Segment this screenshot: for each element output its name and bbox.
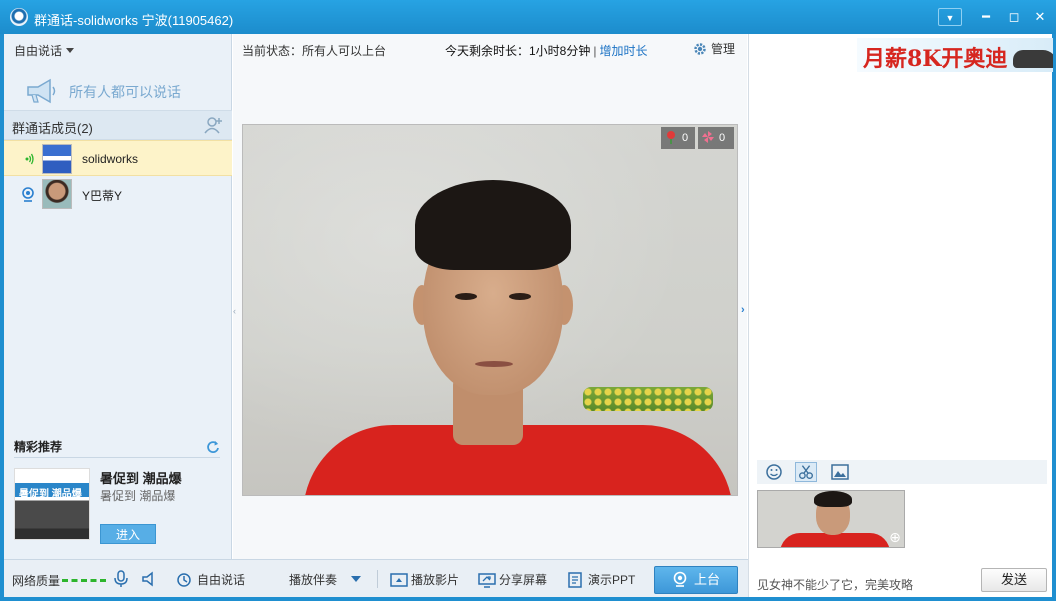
- center-panel: 当前状态：所有人可以上台 今天剩余时长：1小时8分钟 | 增加时长 管理 ‹ 0…: [233, 34, 747, 559]
- share-screen-label: 分享屏幕: [499, 573, 548, 587]
- toolbar-divider: [377, 570, 378, 588]
- preview-hair: [814, 491, 852, 507]
- chevron-down-icon[interactable]: [351, 576, 362, 582]
- megaphone-icon: [27, 78, 56, 104]
- enter-button[interactable]: 进入: [100, 524, 156, 544]
- members-count-label: 群通话成员(2): [12, 121, 93, 136]
- chat-toolbar: [757, 460, 1047, 484]
- camera-icon: [673, 571, 687, 587]
- promo-image[interactable]: 暑促到 潮品爆: [14, 468, 90, 540]
- promo-title[interactable]: 暑促到 潮品爆: [100, 468, 182, 487]
- pinwheel-gift-counter[interactable]: 0: [698, 127, 734, 149]
- free-speak-button[interactable]: 自由说话: [176, 571, 245, 588]
- video-person-eye: [509, 293, 531, 300]
- video-person-hair: [415, 180, 571, 270]
- speaker-icon[interactable]: [140, 570, 158, 588]
- free-speak-label: 自由说话: [197, 573, 246, 587]
- speech-mode-icon: [177, 573, 191, 587]
- close-button[interactable]: ✕: [1028, 8, 1052, 26]
- status-bar: 当前状态：所有人可以上台 今天剩余时长：1小时8分钟 | 增加时长 管理: [233, 34, 747, 62]
- chevron-down-icon: [66, 48, 75, 53]
- gear-icon: [694, 43, 706, 55]
- chat-input[interactable]: 见女神不能少了它，完美攻略: [757, 576, 913, 593]
- everyone-speak-label: 所有人都可以说话: [69, 84, 181, 100]
- main-video[interactable]: 0 0: [242, 124, 738, 496]
- member-item-y[interactable]: Y巴蒂Y: [4, 176, 232, 212]
- members-header: 群通话成员(2): [4, 110, 232, 140]
- accompaniment-label: 播放伴奏: [289, 573, 338, 587]
- remaining-time-text: 今天剩余时长：1小时8分钟: [445, 44, 591, 58]
- current-state-text: 当前状态：所有人可以上台: [242, 44, 387, 58]
- remaining-time: 今天剩余时长：1小时8分钟 | 增加时长: [445, 42, 648, 59]
- title-bar: 群通话-solidworks 宁波(11905462) ▼ ━ ◻ ✕: [0, 0, 1056, 34]
- video-person-eye: [455, 293, 477, 300]
- collapse-left-icon[interactable]: ‹: [233, 306, 239, 318]
- maximize-button[interactable]: ◻: [1002, 8, 1026, 26]
- ad-text: 月薪8K开奥迪: [863, 46, 1008, 72]
- member-name: solidworks: [82, 152, 139, 166]
- avatar: [42, 144, 72, 174]
- preview-shirt: [780, 533, 890, 547]
- flower-count: 0: [682, 132, 689, 144]
- avatar: [42, 179, 72, 209]
- speaking-icon: [25, 153, 34, 165]
- pinwheel-icon: [702, 131, 714, 143]
- speak-mode-label: 自由说话: [14, 44, 63, 58]
- window-title: 群通话-solidworks 宁波(11905462): [34, 13, 234, 28]
- ppt-button[interactable]: 演示PPT: [567, 571, 635, 588]
- emoji-icon[interactable]: [763, 462, 785, 482]
- share-screen-button[interactable]: 分享屏幕: [478, 571, 547, 588]
- share-screen-icon: [478, 573, 496, 588]
- go-stage-label: 上台: [693, 572, 720, 587]
- camera-icon: [22, 187, 34, 202]
- manage-label: 管理: [711, 42, 736, 56]
- add-time-link[interactable]: 增加时长: [599, 44, 647, 58]
- minimize-button[interactable]: ━: [974, 8, 998, 26]
- left-panel: 自由说话 所有人都可以说话 群通话成员(2) solidworks Y巴蒂Y 精…: [4, 34, 232, 559]
- add-member-icon[interactable]: [204, 116, 224, 134]
- ppt-label: 演示PPT: [588, 573, 636, 587]
- play-movie-label: 播放影片: [411, 573, 460, 587]
- video-person-mouth: [475, 361, 513, 367]
- network-quality-label: 网络质量: [12, 574, 61, 588]
- refresh-icon[interactable]: [206, 440, 220, 454]
- self-video-preview[interactable]: ⊕: [757, 490, 905, 548]
- member-item-solidworks[interactable]: solidworks: [4, 140, 232, 176]
- plus-icon[interactable]: ⊕: [888, 530, 902, 545]
- image-icon[interactable]: [829, 462, 851, 482]
- member-name: Y巴蒂Y: [82, 189, 123, 203]
- play-movie-button[interactable]: 播放影片: [390, 571, 459, 588]
- skin-menu-button[interactable]: ▼: [938, 8, 962, 26]
- separator: |: [593, 44, 597, 58]
- car-image: [1013, 50, 1053, 68]
- movie-icon: [390, 573, 408, 587]
- call-window: 自由说话 所有人都可以说话 群通话成员(2) solidworks Y巴蒂Y 精…: [4, 34, 1053, 597]
- microphone-icon[interactable]: [112, 570, 130, 588]
- promo-image-text: 暑促到 潮品爆: [19, 489, 82, 500]
- network-quality-indicator: [62, 579, 106, 582]
- video-plant: [583, 387, 713, 411]
- manage-button[interactable]: 管理: [693, 40, 735, 57]
- bottom-toolbar: 网络质量 自由说话 播放伴奏 播放影片 分享屏幕 演示PPT 上台: [4, 559, 748, 597]
- flower-icon: [667, 131, 675, 144]
- pinwheel-count: 0: [719, 132, 726, 144]
- app-logo-icon: [10, 8, 28, 26]
- go-stage-button[interactable]: 上台: [654, 566, 738, 594]
- send-button[interactable]: 发送: [981, 568, 1047, 592]
- collapse-right-icon[interactable]: ›: [741, 304, 747, 318]
- recommend-header: 精彩推荐: [14, 438, 220, 458]
- recommend-section: 精彩推荐 暑促到 潮品爆 暑促到 潮品爆 暑促到 潮品爆 进入: [4, 432, 232, 559]
- promo-subtitle: 暑促到 潮品爆: [100, 489, 176, 503]
- flower-gift-counter[interactable]: 0: [661, 127, 695, 149]
- ad-banner[interactable]: 月薪8K开奥迪: [857, 38, 1053, 72]
- chat-panel: 月薪8K开奥迪 ⊕ 见女神不能少了它，完美攻略 发送: [748, 34, 1053, 597]
- ppt-icon: [568, 572, 582, 588]
- accompaniment-button[interactable]: 播放伴奏: [289, 571, 362, 588]
- speak-mode-select[interactable]: 自由说话: [14, 42, 75, 59]
- scissors-icon[interactable]: [795, 462, 817, 482]
- recommend-title: 精彩推荐: [14, 440, 63, 454]
